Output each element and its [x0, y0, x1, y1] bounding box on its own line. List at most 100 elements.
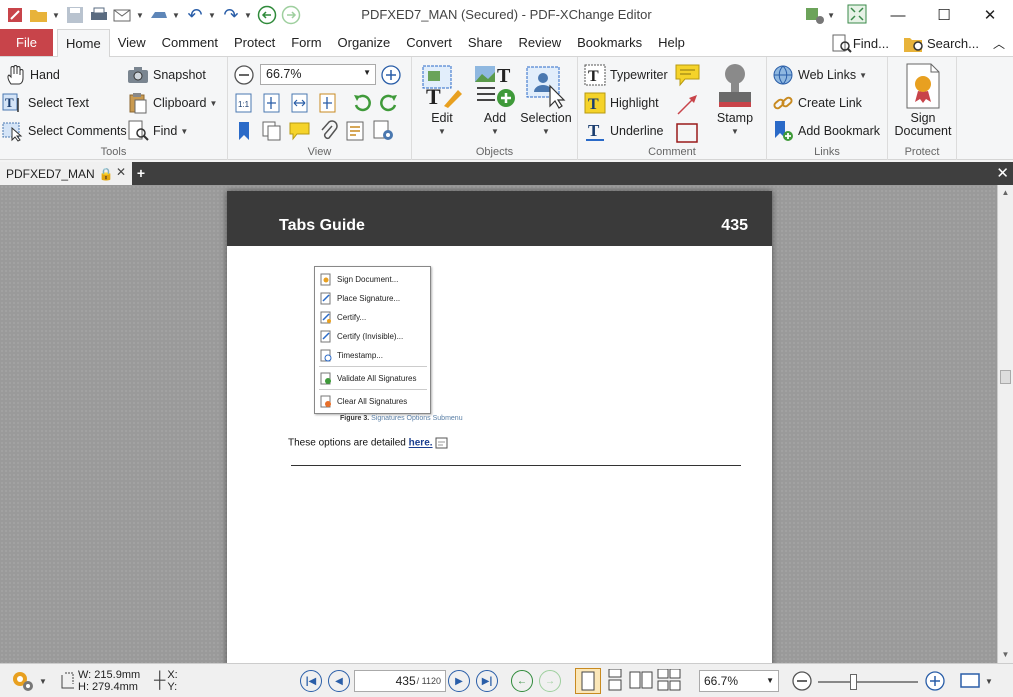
zoom-in-button[interactable] — [380, 64, 402, 86]
fullscreen-dropdown-icon[interactable]: ▼ — [985, 677, 993, 686]
previous-view-button[interactable]: ← — [511, 670, 533, 692]
redo-icon[interactable]: ↷ — [220, 4, 242, 26]
continuous-facing-layout-icon[interactable] — [657, 668, 681, 694]
scroll-down-icon[interactable]: ▼ — [998, 647, 1013, 663]
status-zoom-dropdown-icon[interactable]: ▼ — [766, 676, 774, 685]
comments-pane-icon[interactable] — [289, 120, 311, 142]
facing-layout-icon[interactable] — [629, 669, 653, 694]
previous-page-button[interactable]: ◀ — [328, 670, 350, 692]
save-icon[interactable] — [64, 4, 86, 26]
rotate-left-icon[interactable] — [351, 92, 373, 114]
line-tool-icon[interactable] — [675, 92, 701, 118]
tab-home[interactable]: Home — [57, 29, 110, 57]
attachments-pane-icon[interactable] — [317, 120, 339, 142]
fit-visible-icon[interactable] — [317, 92, 339, 114]
selection-button[interactable]: Selection ▼ — [520, 62, 572, 138]
scroll-up-icon[interactable]: ▲ — [998, 185, 1013, 201]
here-link[interactable]: here. — [409, 438, 433, 449]
add-button[interactable]: T Add ▼ — [470, 62, 520, 138]
status-zoom-in-button[interactable] — [924, 670, 946, 692]
close-all-tabs-icon[interactable]: ✕ — [996, 164, 1009, 182]
first-page-button[interactable]: |◀ — [300, 670, 322, 692]
tab-help[interactable]: Help — [650, 29, 693, 56]
clipboard-button[interactable]: Clipboard ▼ — [127, 92, 217, 114]
collapse-ribbon-icon[interactable]: ︿ — [993, 35, 1005, 52]
scan-icon[interactable] — [148, 4, 170, 26]
undo-dropdown-icon[interactable]: ▼ — [208, 11, 216, 20]
tab-protect[interactable]: Protect — [226, 29, 283, 56]
underline-button[interactable]: T Underline — [584, 120, 664, 142]
file-tab[interactable]: File — [0, 29, 53, 56]
zoom-out-button[interactable] — [233, 64, 255, 86]
close-button[interactable]: ✕ — [967, 0, 1013, 30]
clipboard-dropdown-icon[interactable]: ▼ — [210, 99, 218, 108]
create-link-button[interactable]: Create Link — [772, 92, 862, 114]
tab-review[interactable]: Review — [511, 29, 570, 56]
add-dropdown-icon[interactable]: ▼ — [491, 125, 499, 138]
maximize-button[interactable]: ☐ — [921, 0, 967, 30]
scrollbar-thumb[interactable] — [1000, 370, 1011, 384]
web-links-button[interactable]: Web Links ▼ — [772, 64, 867, 86]
new-tab-icon[interactable]: + — [134, 165, 148, 181]
zoom-dropdown-icon[interactable]: ▼ — [363, 68, 371, 77]
find-tool-button[interactable]: Find ▼ — [127, 120, 188, 142]
sticky-note-icon[interactable] — [675, 63, 701, 89]
vertical-scrollbar[interactable]: ▲ ▼ — [997, 185, 1013, 663]
email-icon[interactable] — [112, 4, 134, 26]
add-bookmark-button[interactable]: Add Bookmark — [772, 120, 880, 142]
select-text-button[interactable]: T Select Text — [2, 92, 89, 114]
print-icon[interactable] — [88, 4, 110, 26]
zoom-slider-knob[interactable] — [849, 674, 857, 690]
fit-page-icon[interactable] — [261, 92, 283, 114]
single-page-layout-icon[interactable] — [575, 668, 601, 694]
status-zoom-combobox[interactable]: 66.7% ▼ — [699, 670, 779, 692]
sign-document-button[interactable]: Sign Document — [892, 62, 954, 138]
status-zoom-out-button[interactable] — [791, 670, 813, 692]
scan-dropdown-icon[interactable]: ▼ — [172, 11, 180, 20]
selection-dropdown-icon[interactable]: ▼ — [542, 125, 550, 138]
open-folder-icon[interactable] — [28, 4, 50, 26]
web-links-dropdown-icon[interactable]: ▼ — [859, 71, 867, 80]
next-view-button[interactable]: → — [539, 670, 561, 692]
fullscreen-status-button[interactable]: ▼ — [960, 664, 993, 697]
continuous-layout-icon[interactable] — [605, 668, 625, 694]
close-tab-icon[interactable]: ✕ — [116, 165, 126, 179]
stamp-dropdown-icon[interactable]: ▼ — [731, 125, 739, 138]
edit-button[interactable]: T Edit ▼ — [417, 62, 467, 138]
next-page-button[interactable]: ▶ — [448, 670, 470, 692]
rectangle-tool-icon[interactable] — [675, 120, 701, 146]
back-icon[interactable] — [256, 4, 278, 26]
highlight-button[interactable]: T Highlight — [584, 92, 659, 114]
search-button[interactable]: Search... — [903, 34, 979, 54]
page-number-input[interactable]: 435 / 1120 — [354, 670, 446, 692]
forward-icon[interactable] — [280, 4, 302, 26]
tab-share[interactable]: Share — [460, 29, 511, 56]
minimize-button[interactable]: — — [875, 0, 921, 30]
rotate-right-icon[interactable] — [378, 92, 400, 114]
email-dropdown-icon[interactable]: ▼ — [136, 11, 144, 20]
tab-form[interactable]: Form — [283, 29, 329, 56]
document-tab[interactable]: PDFXED7_MAN 🔒 ✕ — [0, 162, 132, 185]
select-comments-button[interactable]: Select Comments — [2, 120, 127, 142]
status-options-dropdown-icon[interactable]: ▼ — [39, 677, 47, 686]
snapshot-button[interactable]: Snapshot — [127, 64, 206, 86]
edit-dropdown-icon[interactable]: ▼ — [438, 125, 446, 138]
zoom-combobox[interactable]: 66.7% ▼ — [260, 64, 376, 85]
fullscreen-icon[interactable] — [847, 4, 867, 27]
bookmarks-pane-icon[interactable] — [233, 120, 255, 142]
find-button[interactable]: Find... — [831, 34, 889, 54]
thumbnails-pane-icon[interactable] — [261, 120, 283, 142]
redo-dropdown-icon[interactable]: ▼ — [244, 11, 252, 20]
last-page-button[interactable]: ▶| — [476, 670, 498, 692]
open-dropdown-icon[interactable]: ▼ — [52, 11, 60, 20]
status-options-button[interactable]: ▼ — [10, 664, 47, 697]
find-dropdown-icon[interactable]: ▼ — [180, 127, 188, 136]
zoom-slider[interactable] — [818, 674, 918, 690]
tab-comment[interactable]: Comment — [154, 29, 226, 56]
hand-tool-button[interactable]: Hand — [4, 64, 60, 86]
tab-organize[interactable]: Organize — [330, 29, 399, 56]
actual-size-icon[interactable]: 1:1 — [233, 92, 255, 114]
document-viewer[interactable]: Tabs Guide 435 Sign Document... Place Si… — [0, 185, 997, 663]
undo-icon[interactable]: ↶ — [184, 4, 206, 26]
fit-width-icon[interactable] — [289, 92, 311, 114]
